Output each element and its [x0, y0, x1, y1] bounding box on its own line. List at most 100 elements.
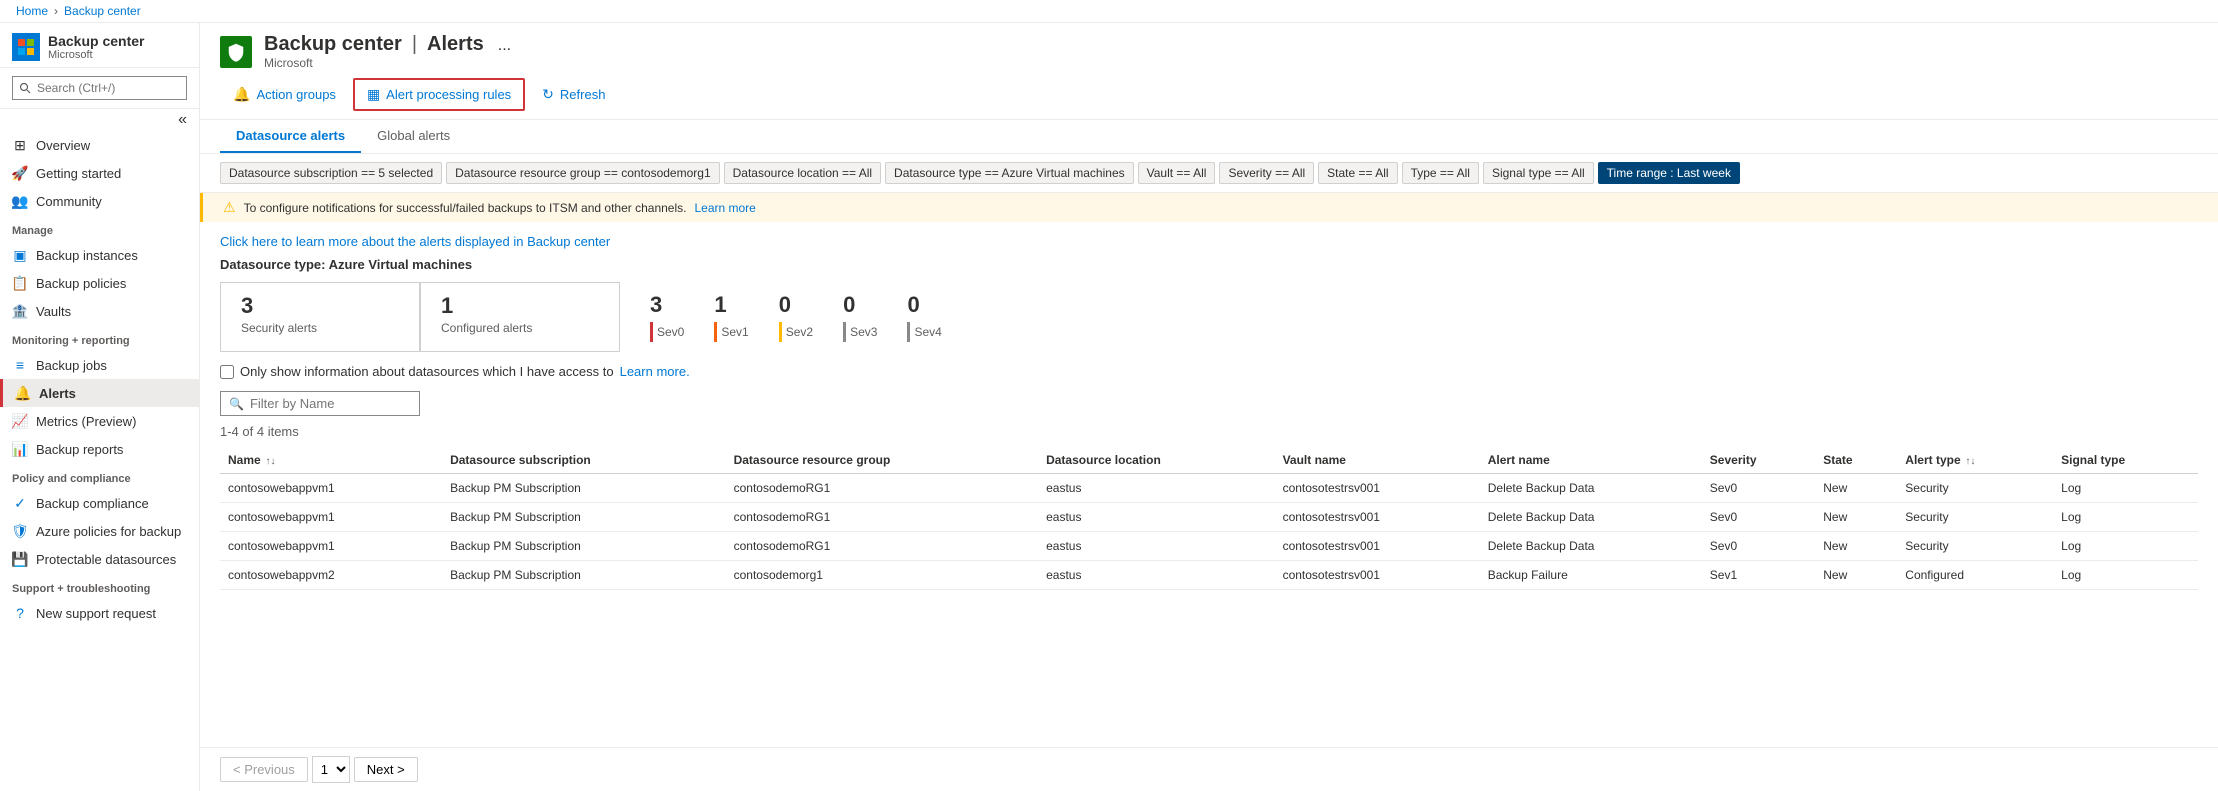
filter-chip-alert_type[interactable]: Type == All: [1402, 162, 1479, 184]
sev-item-sev0: 3 Sev0: [650, 292, 684, 342]
support-section-label: Support + troubleshooting: [0, 573, 199, 599]
table-row[interactable]: contosowebappvm2Backup PM Subscriptionco…: [220, 561, 2198, 590]
community-icon: 👥: [12, 193, 28, 209]
sev-count-sev3: 0: [843, 292, 877, 318]
alert-processing-rules-button[interactable]: ▦ Alert processing rules: [353, 78, 525, 111]
filter-name-input[interactable]: [250, 396, 411, 411]
cell-alert_name-0: Delete Backup Data: [1480, 474, 1702, 503]
sev-bar-sev1: [714, 322, 717, 342]
sidebar: Backup center Microsoft « ⊞ Overview 🚀 G…: [0, 23, 200, 791]
col-header-name: Name ↑↓: [220, 447, 442, 474]
security-alerts-card[interactable]: 3 Security alerts: [220, 282, 420, 352]
breadcrumb-current[interactable]: Backup center: [64, 4, 141, 18]
tab-datasource-alerts[interactable]: Datasource alerts: [220, 120, 361, 153]
cell-severity-1: Sev0: [1702, 503, 1815, 532]
manage-section-label: Manage: [0, 215, 199, 241]
sidebar-label-alerts: Alerts: [39, 386, 76, 401]
table-row[interactable]: contosowebappvm1Backup PM Subscriptionco…: [220, 503, 2198, 532]
col-header-signal_type: Signal type: [2053, 447, 2198, 474]
banner-learn-more-link[interactable]: Learn more: [694, 201, 755, 215]
sidebar-label-overview: Overview: [36, 138, 90, 153]
filter-chip-time_range[interactable]: Time range : Last week: [1598, 162, 1740, 184]
sidebar-app-title: Backup center: [48, 33, 144, 49]
cell-resource_group-3: contosodemorg1: [726, 561, 1039, 590]
sidebar-item-overview[interactable]: ⊞ Overview: [0, 131, 199, 159]
learn-more-alerts-link[interactable]: Click here to learn more about the alert…: [220, 234, 610, 249]
sort-icon-alert_type[interactable]: ↑↓: [1963, 456, 1976, 467]
filter-chip-vault[interactable]: Vault == All: [1138, 162, 1216, 184]
filter-search-icon: 🔍: [229, 397, 244, 411]
cell-resource_group-0: contosodemoRG1: [726, 474, 1039, 503]
refresh-button[interactable]: ↻ Refresh: [529, 79, 618, 110]
sidebar-label-backup-instances: Backup instances: [36, 248, 138, 263]
action-groups-label: Action groups: [256, 87, 336, 102]
datasource-type-label: Datasource type: Azure Virtual machines: [220, 257, 2198, 272]
sev-label-sev1: Sev1: [721, 325, 748, 339]
sidebar-item-backup-instances[interactable]: ▣ Backup instances: [0, 241, 199, 269]
table-row[interactable]: contosowebappvm1Backup PM Subscriptionco…: [220, 474, 2198, 503]
search-input[interactable]: [12, 76, 187, 100]
cell-severity-0: Sev0: [1702, 474, 1815, 503]
policies-icon: 📋: [12, 275, 28, 291]
access-checkbox[interactable]: [220, 365, 234, 379]
table-row[interactable]: contosowebappvm1Backup PM Subscriptionco…: [220, 532, 2198, 561]
sidebar-item-backup-reports[interactable]: 📊 Backup reports: [0, 435, 199, 463]
filter-chip-state[interactable]: State == All: [1318, 162, 1397, 184]
configured-alerts-card[interactable]: 1 Configured alerts: [420, 282, 620, 352]
policies2-icon: 🛡: [12, 523, 28, 539]
filter-chip-subscription[interactable]: Datasource subscription == 5 selected: [220, 162, 442, 184]
cell-alert_type-0: Security: [1897, 474, 2053, 503]
previous-button[interactable]: < Previous: [220, 757, 308, 782]
filter-chip-signal_type[interactable]: Signal type == All: [1483, 162, 1594, 184]
sidebar-item-alerts[interactable]: 🔔 Alerts: [0, 379, 199, 407]
sev-label-sev3: Sev3: [850, 325, 877, 339]
cell-location-0: eastus: [1038, 474, 1274, 503]
sidebar-item-new-support[interactable]: ? New support request: [0, 599, 199, 627]
sidebar-item-protectable[interactable]: 💾 Protectable datasources: [0, 545, 199, 573]
sidebar-collapse-button[interactable]: «: [174, 111, 191, 129]
page-header: Backup center | Alerts ... Microsoft 🔔 A…: [200, 23, 2218, 120]
jobs-icon: ≡: [12, 357, 28, 373]
filter-chip-resource_group[interactable]: Datasource resource group == contosodemo…: [446, 162, 720, 184]
sidebar-item-community[interactable]: 👥 Community: [0, 187, 199, 215]
sidebar-item-backup-compliance[interactable]: ✓ Backup compliance: [0, 489, 199, 517]
filter-chip-location[interactable]: Datasource location == All: [724, 162, 881, 184]
tab-global-alerts[interactable]: Global alerts: [361, 120, 466, 153]
filter-chip-type[interactable]: Datasource type == Azure Virtual machine…: [885, 162, 1134, 184]
sidebar-label-metrics: Metrics (Preview): [36, 414, 136, 429]
reports-icon: 📊: [12, 441, 28, 457]
sidebar-item-metrics[interactable]: 📈 Metrics (Preview): [0, 407, 199, 435]
access-checkbox-label: Only show information about datasources …: [240, 364, 614, 379]
rocket-icon: 🚀: [12, 165, 28, 181]
cell-location-3: eastus: [1038, 561, 1274, 590]
sidebar-item-azure-policies[interactable]: 🛡 Azure policies for backup: [0, 517, 199, 545]
access-learn-more-link[interactable]: Learn more.: [620, 364, 690, 379]
filter-bar: Datasource subscription == 5 selectedDat…: [200, 154, 2218, 193]
cell-name-3: contosowebappvm2: [220, 561, 442, 590]
action-groups-button[interactable]: 🔔 Action groups: [220, 79, 349, 110]
access-checkbox-row: Only show information about datasources …: [220, 364, 2198, 379]
sidebar-label-getting-started: Getting started: [36, 166, 121, 181]
sev-count-sev1: 1: [714, 292, 748, 318]
sidebar-item-getting-started[interactable]: 🚀 Getting started: [0, 159, 199, 187]
cell-state-2: New: [1815, 532, 1897, 561]
instances-icon: ▣: [12, 247, 28, 263]
next-button[interactable]: Next >: [354, 757, 418, 782]
sort-icon-name[interactable]: ↑↓: [263, 456, 276, 467]
configured-label: Configured alerts: [441, 321, 599, 335]
filter-chip-severity[interactable]: Severity == All: [1219, 162, 1314, 184]
severity-group: 3 Sev0 1 Sev1 0 Sev2 0 Sev3 0 Sev4: [620, 282, 972, 352]
cell-location-2: eastus: [1038, 532, 1274, 561]
monitoring-section-label: Monitoring + reporting: [0, 325, 199, 351]
page-more-options-button[interactable]: ...: [494, 37, 515, 55]
breadcrumb: Home › Backup center: [0, 0, 2218, 23]
sev-bar-sev4: [907, 322, 910, 342]
sidebar-item-vaults[interactable]: 🏦 Vaults: [0, 297, 199, 325]
sidebar-label-backup-policies: Backup policies: [36, 276, 126, 291]
sidebar-item-backup-jobs[interactable]: ≡ Backup jobs: [0, 351, 199, 379]
configured-count: 1: [441, 293, 599, 319]
page-select[interactable]: 1: [312, 756, 350, 783]
cell-alert_type-2: Security: [1897, 532, 2053, 561]
sidebar-item-backup-policies[interactable]: 📋 Backup policies: [0, 269, 199, 297]
breadcrumb-home[interactable]: Home: [16, 4, 48, 18]
